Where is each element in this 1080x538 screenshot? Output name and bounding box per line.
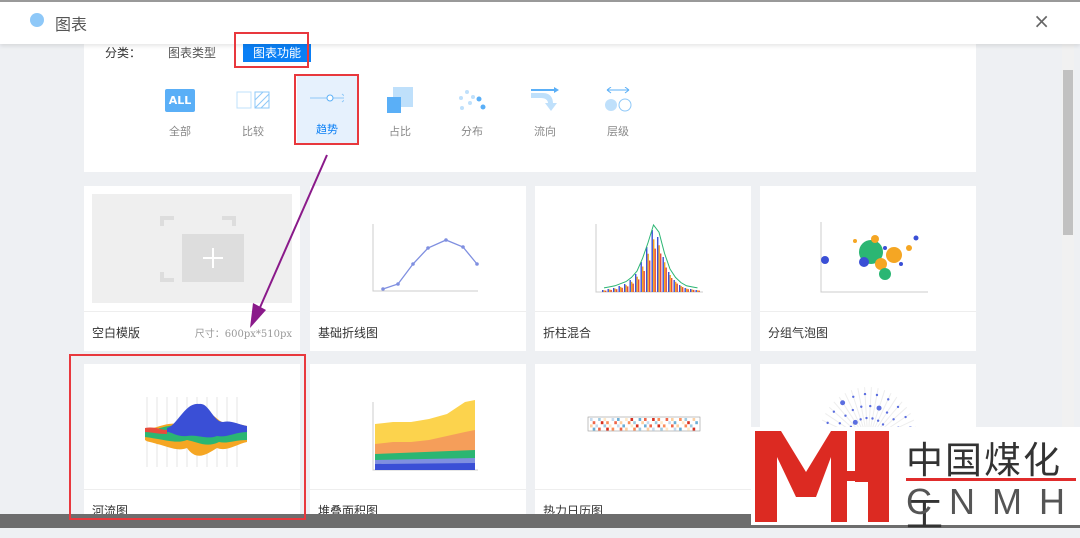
watermark-en: CNMHG [906, 481, 1080, 522]
watermark-logo: 中国煤化工 CNMHG [751, 427, 1080, 536]
